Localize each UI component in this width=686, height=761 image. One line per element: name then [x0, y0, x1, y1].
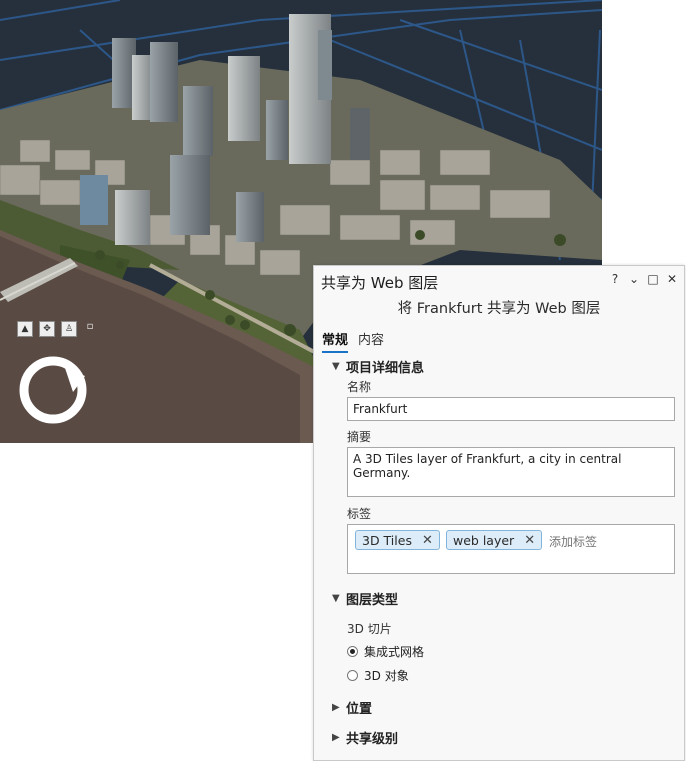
pane-title-controls: ? ⌄ □ ✕ [609, 272, 678, 286]
radio-integrated-mesh[interactable]: 集成式网格 [347, 643, 424, 660]
tag-chip-label: web layer [453, 532, 515, 548]
navigator-compass-icon[interactable] [17, 354, 91, 428]
small-grid-icon[interactable]: ▫ [83, 319, 97, 333]
radio-unselected-icon[interactable] [347, 670, 358, 681]
radio-integrated-mesh-label: 集成式网格 [364, 645, 425, 659]
summary-label: 摘要 [347, 430, 372, 444]
chevron-right-icon: ▶ [332, 702, 340, 713]
radio-3d-object[interactable]: 3D 对象 [347, 667, 409, 684]
chevron-down-icon: ▼ [332, 593, 340, 604]
chevron-down-icon: ▼ [332, 361, 340, 372]
maximize-icon[interactable]: □ [647, 272, 659, 286]
tab-general[interactable]: 常规 [322, 329, 349, 353]
section-sharing-level[interactable]: ▶ 共享级别 [332, 728, 398, 747]
section-item-details-label: 项目详细信息 [346, 361, 425, 376]
section-item-details[interactable]: ▼ 项目详细信息 [332, 357, 424, 376]
radio-selected-icon[interactable] [347, 646, 358, 657]
pane-subtitle: 将 Frankfurt 共享为 Web 图层 [397, 301, 601, 317]
summary-input[interactable]: A 3D Tiles layer of Frankfurt, a city in… [348, 448, 674, 496]
tab-content[interactable]: 内容 [358, 329, 384, 353]
3d-tiles-label: 3D 切片 [347, 622, 392, 636]
pane-title: 共享为 Web 图层 [321, 274, 439, 292]
up-arrow-icon[interactable]: ▲ [17, 321, 33, 337]
section-sharing-level-label: 共享级别 [346, 732, 399, 747]
section-layer-type-label: 图层类型 [346, 593, 399, 608]
chevron-right-icon: ▶ [332, 732, 340, 743]
add-tag-input[interactable] [544, 531, 686, 553]
share-web-layer-pane: 共享为 Web 图层 ? ⌄ □ ✕ 将 Frankfurt 共享为 Web 图… [313, 265, 686, 761]
tags-label: 标签 [347, 507, 372, 521]
section-location[interactable]: ▶ 位置 [332, 698, 372, 717]
name-field[interactable] [347, 397, 675, 421]
tag-chip: 3D Tiles ✕ [355, 530, 440, 550]
tags-field[interactable]: 3D Tiles ✕ web layer ✕ [347, 524, 686, 574]
help-icon[interactable]: ? [609, 272, 621, 286]
radio-3d-object-label: 3D 对象 [364, 669, 409, 683]
name-label: 名称 [347, 380, 372, 394]
summary-field[interactable]: A 3D Tiles layer of Frankfurt, a city in… [347, 447, 675, 497]
tab-bar: 常规 内容 [322, 329, 384, 353]
pan-icon[interactable]: ✥ [39, 321, 55, 337]
tag-chip-label: 3D Tiles [362, 532, 412, 548]
section-location-label: 位置 [346, 702, 373, 717]
name-input[interactable] [348, 398, 674, 420]
chevron-down-icon[interactable]: ⌄ [628, 272, 640, 286]
walk-icon[interactable]: ♙ [61, 321, 77, 337]
section-layer-type[interactable]: ▼ 图层类型 [332, 589, 398, 608]
close-icon[interactable]: ✕ [666, 272, 678, 286]
tag-chip: web layer ✕ [446, 530, 543, 550]
remove-tag-icon[interactable]: ✕ [524, 533, 535, 548]
remove-tag-icon[interactable]: ✕ [422, 533, 433, 548]
